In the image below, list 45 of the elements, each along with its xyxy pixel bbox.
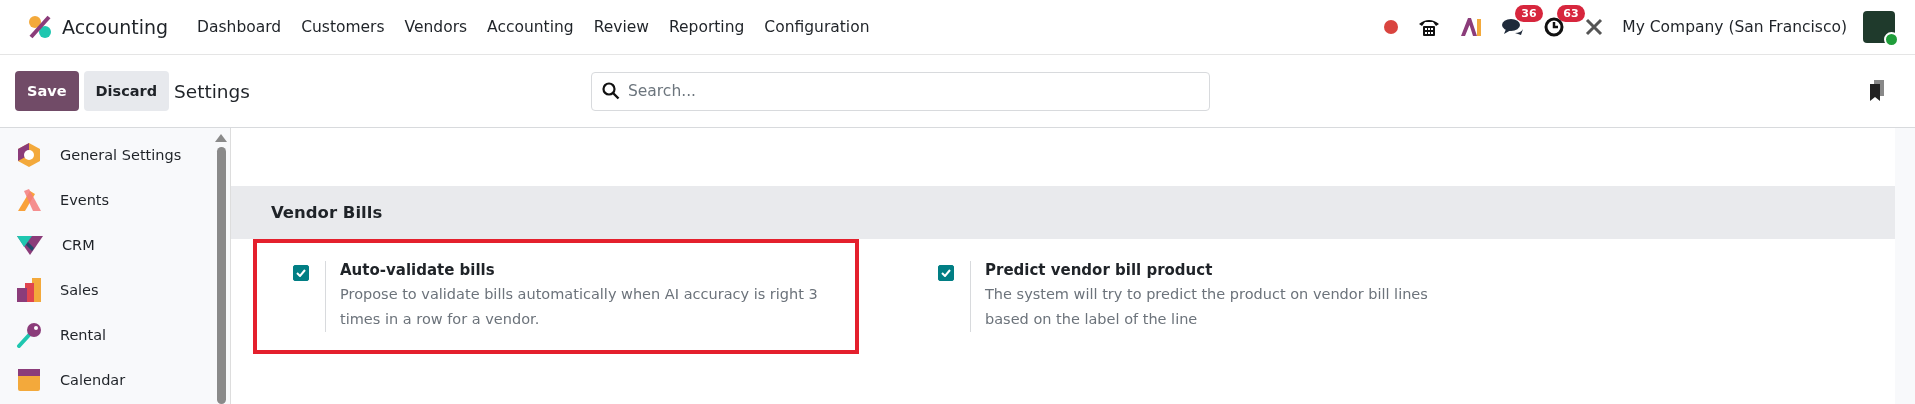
sidebar-item[interactable]: Calendar	[0, 357, 212, 402]
bookmarks-icon[interactable]	[1868, 80, 1886, 102]
setting-title: Predict vendor bill product	[985, 261, 1214, 279]
chat-bubbles-icon[interactable]	[1502, 17, 1525, 37]
checkbox[interactable]	[293, 265, 309, 281]
setting-description: The system will try to predict the product on vendor bill lines based on the label of the line	[985, 285, 1429, 329]
breadcrumb-title: Settings	[174, 80, 250, 102]
menu-item[interactable]: Configuration	[755, 12, 879, 42]
company-switcher[interactable]: My Company (San Francisco)	[1622, 18, 1847, 36]
app-logo-icon[interactable]	[28, 15, 52, 39]
record-dot-icon[interactable]	[1384, 20, 1399, 34]
sidebar-item[interactable]: Rental	[0, 312, 212, 357]
setting-description: Propose to validate bills automatically when AI accuracy is right 3 times in a row for a vendor.	[340, 285, 819, 329]
menu-item[interactable]: Dashboard	[188, 12, 291, 42]
app-name[interactable]: Accounting	[62, 16, 169, 38]
sidebar-item[interactable]: Sales	[0, 267, 212, 312]
calendar-icon	[16, 366, 42, 393]
count-badge: 63	[1557, 5, 1585, 22]
menu-item[interactable]: Review	[584, 12, 658, 42]
save-button[interactable]: Save	[15, 71, 79, 111]
menu-item[interactable]: Accounting	[478, 12, 583, 42]
user-avatar[interactable]	[1863, 11, 1895, 43]
check-icon	[296, 269, 306, 277]
menu-item[interactable]: Vendors	[395, 12, 477, 42]
bar-chart-icon	[16, 276, 42, 303]
section-header: Vendor Bills	[231, 186, 1895, 239]
sidebar-item[interactable]: General Settings	[0, 132, 212, 177]
menu-item[interactable]: Customers	[292, 12, 394, 42]
sidebar-item[interactable]: CRM	[0, 222, 212, 267]
scroll-up-arrow-icon[interactable]	[215, 134, 227, 142]
hexagon-icon	[16, 141, 42, 168]
scrollbar-track[interactable]	[1895, 128, 1915, 404]
scrollbar-thumb[interactable]	[216, 147, 226, 404]
check-icon	[941, 269, 951, 277]
count-badge: 36	[1515, 5, 1543, 22]
sidebar-item[interactable]: Events	[0, 177, 212, 222]
key-icon	[16, 321, 42, 348]
phone-icon[interactable]	[1418, 17, 1441, 37]
checkbox[interactable]	[938, 265, 954, 281]
discard-button[interactable]: Discard	[83, 71, 170, 111]
menu-item[interactable]: Reporting	[660, 12, 754, 42]
crossed-shapes-icon	[16, 186, 42, 213]
search-field[interactable]: Search...	[590, 71, 1210, 111]
setting-title: Auto-validate bills	[340, 261, 496, 279]
clock-icon[interactable]	[1544, 17, 1565, 37]
